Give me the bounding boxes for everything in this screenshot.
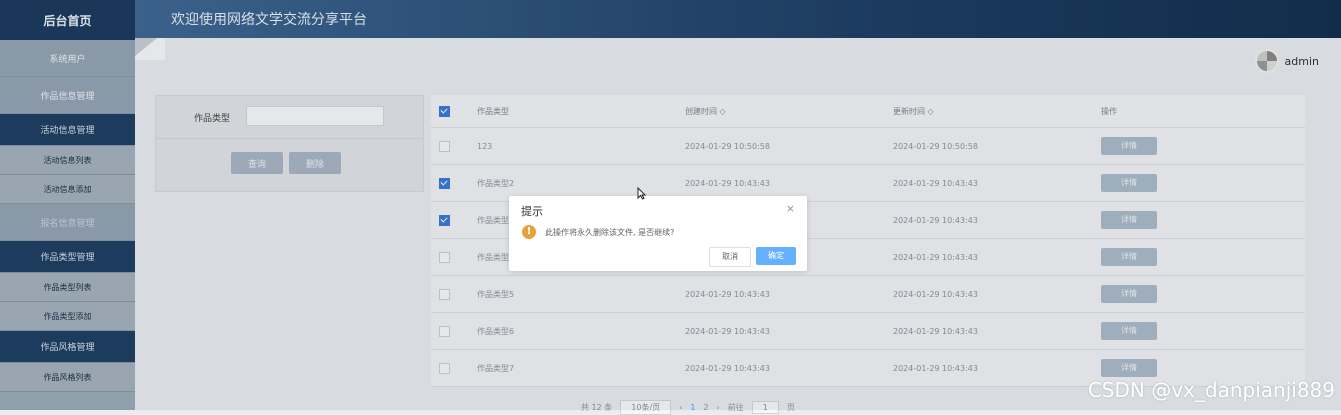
warning-icon: !	[522, 225, 536, 239]
watermark: CSDN @vx_danpianji889	[1087, 378, 1335, 402]
dialog-message: 此操作将永久删除该文件, 是否继续?	[545, 228, 675, 237]
confirm-dialog: 提示 × ! 此操作将永久删除该文件, 是否继续? 取消 确定	[509, 196, 807, 271]
dialog-title: 提示	[521, 205, 543, 218]
mouse-cursor-icon	[637, 187, 646, 200]
cancel-button[interactable]: 取消	[709, 247, 751, 267]
confirm-button[interactable]: 确定	[756, 247, 796, 265]
close-icon[interactable]: ×	[786, 202, 795, 215]
